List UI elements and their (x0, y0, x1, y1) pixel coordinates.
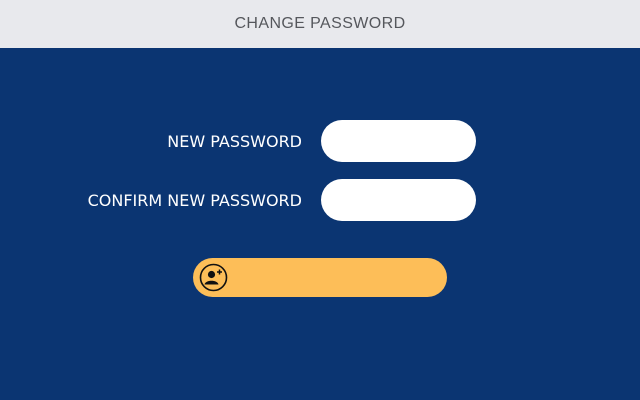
new-password-label: NEW PASSWORD (167, 132, 302, 151)
confirm-password-input[interactable] (321, 179, 476, 221)
submit-button[interactable] (193, 258, 447, 297)
new-password-input[interactable] (321, 120, 476, 162)
page-title: CHANGE PASSWORD (234, 15, 406, 32)
confirm-password-label: CONFIRM NEW PASSWORD (87, 191, 302, 210)
change-password-form: NEW PASSWORD CONFIRM NEW PASSWORD (0, 48, 640, 400)
add-user-icon (199, 263, 228, 292)
header-bar: CHANGE PASSWORD (0, 0, 640, 48)
